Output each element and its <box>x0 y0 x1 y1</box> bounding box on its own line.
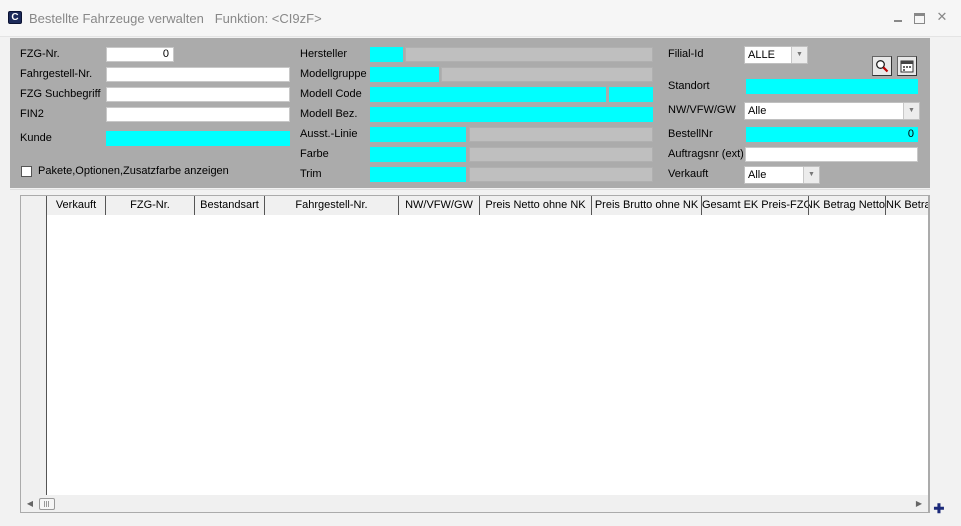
chevron-down-icon[interactable]: ▼ <box>803 167 819 183</box>
fzg-suchbegriff-label: FZG Suchbegriff <box>20 88 101 100</box>
farbe-label: Farbe <box>300 148 329 160</box>
fin2-field[interactable] <box>106 107 290 122</box>
search-button[interactable] <box>872 56 892 76</box>
hersteller-label: Hersteller <box>300 48 348 60</box>
kunde-label: Kunde <box>20 132 52 144</box>
pakete-checkbox[interactable] <box>21 166 32 177</box>
verkauft-value: Alle <box>748 169 767 181</box>
trim-label: Trim <box>300 168 322 180</box>
row-header-column <box>21 215 47 495</box>
filial-id-select[interactable]: ALLE ▼ <box>744 46 808 64</box>
add-row-icon[interactable]: ✚ <box>933 502 945 515</box>
window-title-text: Bestellte Fahrzeuge verwalten <box>29 11 204 26</box>
fzg-nr-field[interactable]: 0 <box>106 47 174 62</box>
nw-vfw-gw-select[interactable]: Alle ▼ <box>744 102 920 120</box>
farbe-name-field <box>469 147 653 162</box>
nw-vfw-gw-label: NW/VFW/GW <box>668 104 736 116</box>
fzg-suchbegriff-field[interactable] <box>106 87 290 102</box>
hersteller-name-field <box>405 47 653 62</box>
modellgruppe-code-field[interactable] <box>370 67 439 82</box>
modellgruppe-name-field <box>441 67 653 82</box>
bestellnr-field[interactable]: 0 <box>746 127 918 142</box>
panel-separator <box>10 189 930 191</box>
column-header-gesamt-ek[interactable]: Gesamt EK Preis-FZG <box>702 196 809 215</box>
modell-bez-label: Modell Bez. <box>300 108 358 120</box>
maximize-button[interactable] <box>912 9 926 25</box>
ausst-linie-name-field <box>469 127 653 142</box>
bestellnr-label: BestellNr <box>668 128 713 140</box>
window-titlebar: C Bestellte Fahrzeuge verwalten Funktion… <box>0 0 961 37</box>
column-header-fzg-nr[interactable]: FZG-Nr. <box>106 196 195 215</box>
fin2-label: FIN2 <box>20 108 44 120</box>
modell-bez-field[interactable] <box>370 107 653 122</box>
column-header-nk-betrag[interactable]: NK Betrag <box>886 196 928 215</box>
scroll-right-icon[interactable]: ▶ <box>912 495 926 512</box>
nw-vfw-gw-value: Alle <box>748 105 767 117</box>
grid-header: Verkauft FZG-Nr. Bestandsart Fahrgestell… <box>21 196 928 215</box>
hersteller-code-field[interactable] <box>370 47 403 62</box>
minimize-button[interactable] <box>891 9 905 25</box>
row-selector-header[interactable] <box>21 196 47 215</box>
calendar-icon <box>900 60 914 73</box>
app-logo-icon: C <box>8 11 22 24</box>
calendar-button[interactable] <box>897 56 917 76</box>
scrollbar-thumb[interactable] <box>39 498 55 510</box>
trim-code-field[interactable] <box>370 167 466 182</box>
close-button[interactable]: ✕ <box>935 9 949 25</box>
function-code: Funktion: <CI9zF> <box>214 11 322 26</box>
column-header-nk-betrag-netto[interactable]: NK Betrag Netto <box>809 196 886 215</box>
column-header-preis-brutto[interactable]: Preis Brutto ohne NK <box>592 196 702 215</box>
standort-label: Standort <box>668 80 710 92</box>
horizontal-scrollbar[interactable]: ◀ ▶ <box>21 495 928 512</box>
auftragsnr-field[interactable] <box>745 147 918 162</box>
magnifier-icon <box>876 60 889 73</box>
pakete-checkbox-label: Pakete,Optionen,Zusatzfarbe anzeigen <box>38 165 229 177</box>
fahrgestell-nr-label: Fahrgestell-Nr. <box>20 68 93 80</box>
ausst-linie-label: Ausst.-Linie <box>300 128 358 140</box>
modell-code-label: Modell Code <box>300 88 362 100</box>
column-header-verkauft[interactable]: Verkauft <box>47 196 106 215</box>
modell-code-ext-field[interactable] <box>609 87 653 102</box>
vehicles-grid: Verkauft FZG-Nr. Bestandsart Fahrgestell… <box>20 195 930 513</box>
fahrgestell-nr-field[interactable] <box>106 67 290 82</box>
column-header-preis-netto[interactable]: Preis Netto ohne NK <box>480 196 592 215</box>
verkauft-select[interactable]: Alle ▼ <box>744 166 820 184</box>
trim-name-field <box>469 167 653 182</box>
filter-panel: FZG-Nr. 0 Fahrgestell-Nr. FZG Suchbegrif… <box>10 38 930 188</box>
modellgruppe-label: Modellgruppe <box>300 68 367 80</box>
kunde-field[interactable] <box>106 131 290 146</box>
chevron-down-icon[interactable]: ▼ <box>903 103 919 119</box>
column-header-nw-vfw-gw[interactable]: NW/VFW/GW <box>399 196 480 215</box>
column-header-fahrgestell-nr[interactable]: Fahrgestell-Nr. <box>265 196 399 215</box>
filial-id-value: ALLE <box>748 49 775 61</box>
chevron-down-icon[interactable]: ▼ <box>791 47 807 63</box>
grid-body[interactable]: Verkauft FZG-Nr. Bestandsart Fahrgestell… <box>21 196 928 495</box>
filial-id-label: Filial-Id <box>668 48 704 60</box>
window-title: Bestellte Fahrzeuge verwalten Funktion: … <box>29 11 322 26</box>
scroll-left-icon[interactable]: ◀ <box>23 495 37 512</box>
modell-code-field[interactable] <box>370 87 606 102</box>
auftragsnr-label: Auftragsnr (ext) <box>668 148 744 160</box>
standort-field[interactable] <box>746 79 918 94</box>
column-header-bestandsart[interactable]: Bestandsart <box>195 196 265 215</box>
fzg-nr-label: FZG-Nr. <box>20 48 60 60</box>
farbe-code-field[interactable] <box>370 147 466 162</box>
verkauft-label: Verkauft <box>668 168 709 180</box>
ausst-linie-code-field[interactable] <box>370 127 466 142</box>
